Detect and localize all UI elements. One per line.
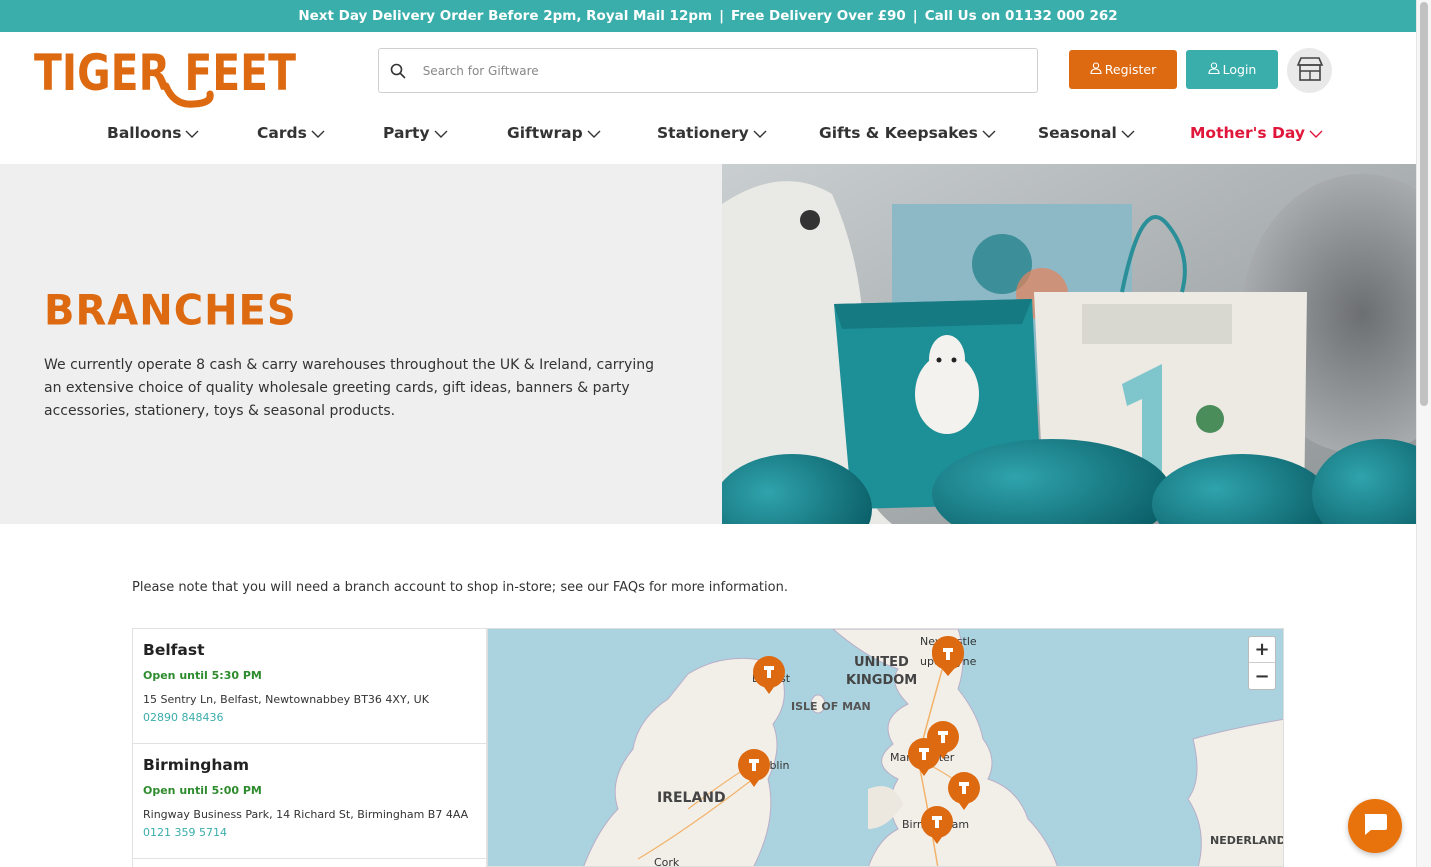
branch-phone-link[interactable]: 0121 359 5714	[143, 826, 476, 839]
user-icon	[1090, 62, 1102, 77]
chevron-down-icon	[1121, 130, 1135, 138]
chevron-down-icon	[982, 130, 996, 138]
map-label-cork: Cork	[654, 856, 680, 867]
login-button[interactable]: Login	[1186, 50, 1278, 89]
hero-description: We currently operate 8 cash & carry ware…	[44, 357, 654, 419]
map-zoom-controls: + −	[1248, 636, 1276, 690]
scrollbar-thumb[interactable]	[1420, 2, 1428, 406]
register-label: Register	[1104, 62, 1157, 77]
announcement-free-delivery: Free Delivery Over £90	[731, 8, 906, 24]
announcement-phone[interactable]: Call Us on 01132 000 262	[925, 8, 1118, 24]
branch-open-status: Open until 5:30 PM	[143, 669, 262, 682]
nav-item-seasonal[interactable]: Seasonal	[1038, 124, 1135, 142]
search-bar[interactable]	[378, 48, 1038, 93]
nav-item-giftwrap[interactable]: Giftwrap	[507, 124, 601, 142]
nav-label: Mother's Day	[1190, 124, 1305, 142]
register-button[interactable]: Register	[1069, 50, 1177, 89]
chevron-down-icon	[311, 130, 325, 138]
store-locator-button[interactable]	[1287, 48, 1332, 93]
announcement-separator: |	[912, 8, 918, 24]
search-icon[interactable]	[379, 63, 417, 79]
chat-launcher-button[interactable]	[1348, 799, 1402, 853]
nav-item-balloons[interactable]: Balloons	[107, 124, 199, 142]
tiger-feet-logo[interactable]: TIGER FEET	[34, 44, 296, 108]
announcement-bar: Next Day Delivery Order Before 2pm, Roya…	[0, 0, 1416, 32]
branch-address: 15 Sentry Ln, Belfast, Newtownabbey BT36…	[143, 693, 429, 706]
chevron-down-icon	[434, 130, 448, 138]
branch-card-belfast[interactable]: Belfast Open until 5:30 PM 15 Sentry Ln,…	[133, 629, 486, 744]
nav-item-mothers-day[interactable]: Mother's Day	[1190, 124, 1323, 142]
map-label-united: UNITED	[854, 655, 909, 670]
page-title: BRANCHES	[44, 286, 297, 336]
hero-section: BRANCHES We currently operate 8 cash & c…	[0, 164, 1416, 524]
announcement-delivery: Next Day Delivery Order Before 2pm, Roya…	[298, 8, 713, 24]
branch-account-note: Please note that you will need a branch …	[132, 580, 788, 595]
branch-address: Ringway Business Park, 14 Richard St, Bi…	[143, 808, 469, 821]
nav-label: Giftwrap	[507, 124, 583, 142]
nav-item-gifts-keepsakes[interactable]: Gifts & Keepsakes	[819, 124, 996, 142]
nav-label: Balloons	[107, 124, 182, 142]
nav-item-stationery[interactable]: Stationery	[657, 124, 767, 142]
nav-item-cards[interactable]: Cards	[257, 124, 325, 142]
store-icon	[1295, 56, 1325, 86]
login-label: Login	[1222, 62, 1257, 77]
map-label-nederland: NEDERLAND	[1210, 834, 1284, 847]
nav-label: Seasonal	[1038, 124, 1117, 142]
hero-image	[722, 164, 1416, 524]
branch-name: Birmingham	[143, 756, 250, 774]
logo-wordmark: TIGER FEET	[34, 46, 296, 102]
map-label-kingdom: KINGDOM	[846, 673, 917, 688]
page-scrollbar[interactable]	[1416, 0, 1431, 867]
nav-label: Party	[383, 124, 430, 142]
chevron-down-icon	[1309, 130, 1323, 138]
zoom-in-button[interactable]: +	[1249, 637, 1275, 663]
nav-label: Cards	[257, 124, 307, 142]
branch-list[interactable]: Belfast Open until 5:30 PM 15 Sentry Ln,…	[132, 628, 487, 867]
search-input[interactable]	[416, 63, 1037, 78]
chevron-down-icon	[587, 130, 601, 138]
nav-label: Stationery	[657, 124, 749, 142]
nav-label: Gifts & Keepsakes	[819, 124, 978, 142]
zoom-out-button[interactable]: −	[1249, 663, 1275, 689]
chat-icon	[1362, 812, 1388, 840]
main-nav: Balloons Cards Party Giftwrap Stationery…	[0, 118, 1416, 150]
nav-item-party[interactable]: Party	[383, 124, 448, 142]
branch-map[interactable]: UNITED KINGDOM ISLE OF MAN IRELAND NEDER…	[487, 628, 1284, 867]
chevron-down-icon	[753, 130, 767, 138]
map-label-ireland: IRELAND	[657, 790, 726, 806]
branch-card-birmingham[interactable]: Birmingham Open until 5:00 PM Ringway Bu…	[133, 744, 486, 859]
user-icon	[1208, 62, 1220, 77]
branch-phone-link[interactable]: 02890 848436	[143, 711, 476, 724]
branch-open-status: Open until 5:00 PM	[143, 784, 262, 797]
chevron-down-icon	[185, 130, 199, 138]
branch-name: Belfast	[143, 641, 205, 659]
map-label-isle-of-man: ISLE OF MAN	[791, 700, 871, 713]
announcement-separator: |	[719, 8, 725, 24]
